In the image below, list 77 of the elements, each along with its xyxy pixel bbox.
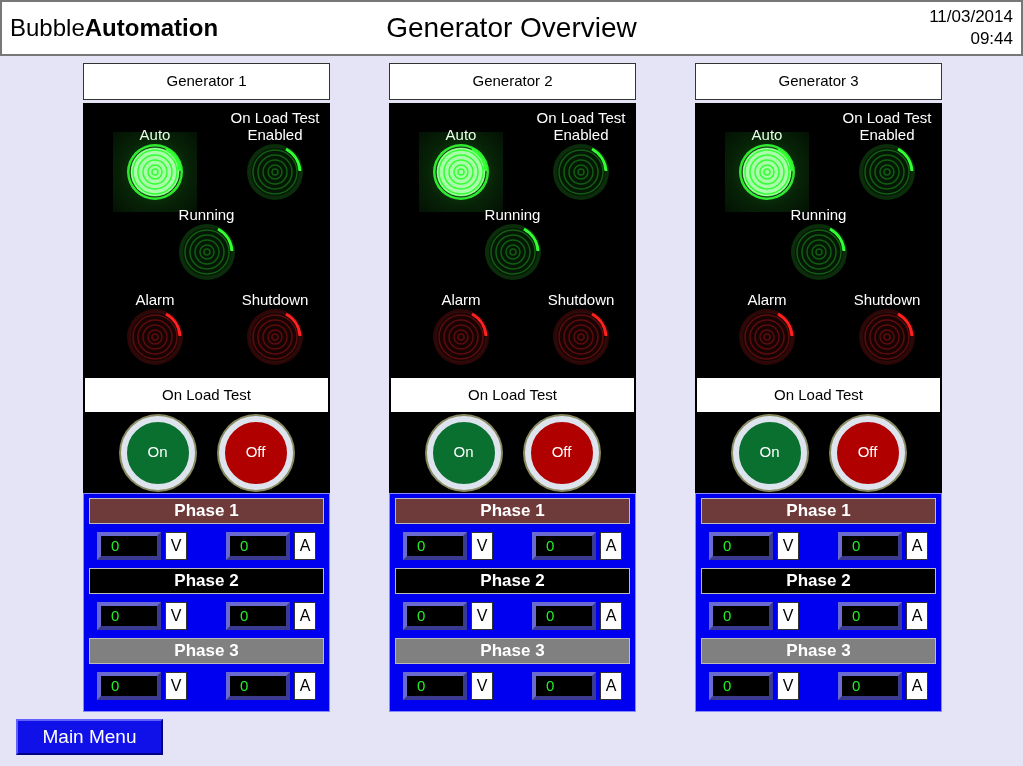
push-button[interactable]: On [732,415,807,490]
main-menu-button[interactable]: Main Menu [16,719,163,755]
brand-logo: BubbleAutomation [10,13,220,43]
unit-label: V [165,672,187,700]
phase-header: Phase 3 [89,638,324,664]
unit-label: V [471,532,493,560]
readout-display: 0 [532,532,596,560]
push-button[interactable]: Off [218,415,293,490]
unit-label: A [906,602,928,630]
readout-display: 0 [709,532,773,560]
unit-label: A [600,532,622,560]
lamp-label: Running [483,205,542,223]
readout-display: 0 [709,602,773,630]
section-title: On Load Test [389,378,636,412]
phase-header: Phase 3 [395,638,630,664]
lamp-label: Shutdown [240,290,310,308]
lamp-label: Auto [138,125,172,143]
lamp-label: Auto [444,125,478,143]
readout-display: 0 [532,602,596,630]
unit-label: A [906,672,928,700]
readout-display: 0 [226,672,290,700]
readout-display: 0 [838,532,902,560]
readout-display: 0 [97,602,161,630]
readout-display: 0 [709,672,773,700]
unit-label: A [600,672,622,700]
readout-display: 0 [226,602,290,630]
unit-label: V [165,602,187,630]
lamp-label: Running [789,205,848,223]
date-text: 11/03/2014 [929,6,1013,28]
lamp-label: Shutdown [852,290,922,308]
unit-label: V [777,672,799,700]
readout-display: 0 [403,602,467,630]
readout-display: 0 [403,532,467,560]
phase-header: Phase 2 [701,568,936,594]
push-button[interactable]: Off [830,415,905,490]
readout-display: 0 [97,672,161,700]
unit-label: A [294,672,316,700]
time-text: 09:44 [970,28,1013,50]
page-title: Generator Overview [386,11,637,45]
lamp-label: On Load Test Enabled [841,108,933,143]
lamp-label: Shutdown [546,290,616,308]
phase-header: Phase 3 [701,638,936,664]
phase-header: Phase 2 [89,568,324,594]
unit-label: V [471,602,493,630]
unit-label: V [777,602,799,630]
readout-display: 0 [226,532,290,560]
generator-title: Generator 1 [83,63,330,100]
push-button[interactable]: On [426,415,501,490]
lamp-label: Running [177,205,236,223]
unit-label: A [600,602,622,630]
phase-header: Phase 2 [395,568,630,594]
section-title: On Load Test [695,378,942,412]
readout-display: 0 [838,672,902,700]
lamp-label: Alarm [746,290,788,308]
lamp-label: Alarm [440,290,482,308]
push-button[interactable]: Off [524,415,599,490]
readout-display: 0 [403,672,467,700]
push-button[interactable]: On [120,415,195,490]
unit-label: V [165,532,187,560]
phase-header: Phase 1 [701,498,936,524]
generator-title: Generator 3 [695,63,942,100]
readout-display: 0 [532,672,596,700]
unit-label: V [471,672,493,700]
unit-label: A [294,532,316,560]
unit-label: A [294,602,316,630]
unit-label: V [777,532,799,560]
lamp-label: On Load Test Enabled [535,108,627,143]
phase-header: Phase 1 [89,498,324,524]
lamp-label: Auto [750,125,784,143]
readout-display: 0 [838,602,902,630]
lamp-label: Alarm [134,290,176,308]
unit-label: A [906,532,928,560]
lamp-label: On Load Test Enabled [229,108,321,143]
readout-display: 0 [97,532,161,560]
section-title: On Load Test [83,378,330,412]
phase-header: Phase 1 [395,498,630,524]
generator-title: Generator 2 [389,63,636,100]
